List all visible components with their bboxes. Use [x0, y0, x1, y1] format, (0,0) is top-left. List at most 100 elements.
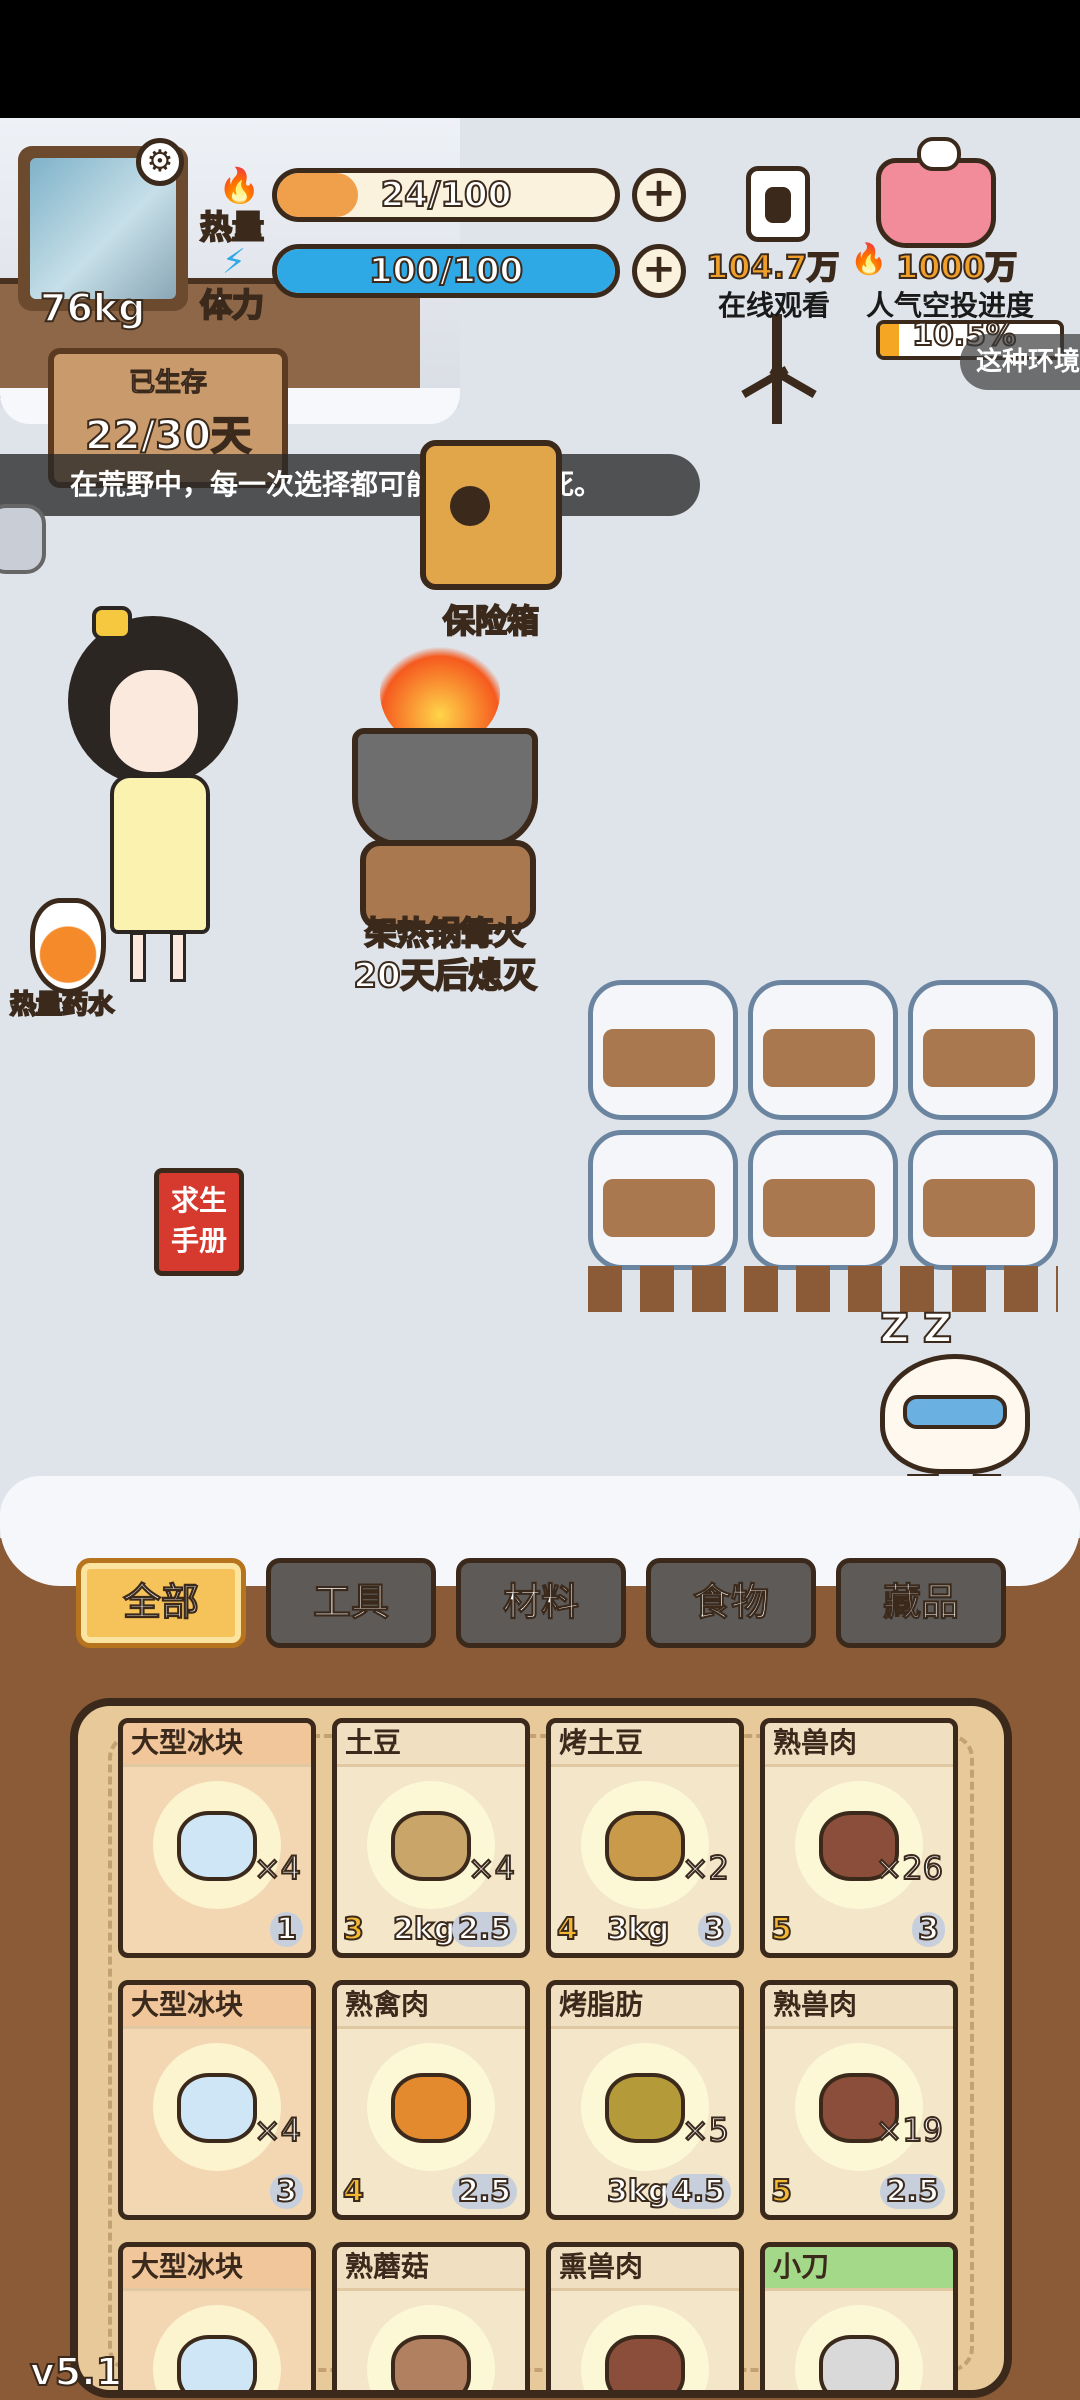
settings-gear-icon[interactable]: ⚙: [136, 138, 184, 186]
item-count: ×5: [681, 2110, 730, 2150]
campfire[interactable]: [352, 638, 538, 938]
item-count: ×4: [253, 1848, 302, 1888]
inventory-item-card[interactable]: 熟兽肉 ×26 5 3: [760, 1718, 958, 1958]
tab-all[interactable]: 全部: [76, 1558, 246, 1648]
tab-food[interactable]: 食物: [646, 1558, 816, 1648]
inventory-panel: 大型冰块 ×4 1 土豆 ×4 3 2kg 2.5 烤土豆 ×2 4 3kg 3 熟兽肉 ×26 5 3 大型冰块…: [70, 1698, 1012, 2398]
item-art-icon: [581, 2305, 709, 2390]
add-heat-button[interactable]: +: [632, 168, 686, 222]
item-art-icon: [581, 2043, 709, 2171]
item-name: 熟兽肉: [765, 1985, 953, 2029]
tab-tools[interactable]: 工具: [266, 1558, 436, 1648]
heat-value: 24/100: [380, 174, 513, 216]
camera-icon: [746, 166, 810, 242]
inventory-item-card[interactable]: 熏兽肉: [546, 2242, 744, 2390]
item-count: ×26: [874, 1848, 944, 1888]
tab-collectibles[interactable]: 藏品: [836, 1558, 1006, 1648]
inventory-item-card[interactable]: 烤脂肪 ×5 3kg 4.5: [546, 1980, 744, 2220]
item-name: 大型冰块: [123, 2247, 311, 2291]
inventory-item-card[interactable]: 大型冰块 ×4 3: [118, 1980, 316, 2220]
snow-woodpile[interactable]: [748, 1130, 898, 1270]
version-label: v5.1: [29, 2349, 123, 2395]
item-count: ×2: [681, 1848, 730, 1888]
snow-woodpile[interactable]: [908, 980, 1058, 1120]
manual-label-line2: 手册: [170, 1224, 227, 1257]
weight-badge: 2kg: [392, 1911, 456, 1948]
viewers-flame-icon: 🔥: [850, 242, 888, 277]
potion-label: 热量药水: [9, 989, 115, 1021]
add-stamina-button[interactable]: +: [632, 244, 686, 298]
heat-flame-icon: 🔥: [218, 166, 261, 206]
gift-icon[interactable]: [876, 137, 996, 248]
item-count: ×19: [874, 2110, 944, 2150]
snow-woodpile[interactable]: [748, 980, 898, 1120]
safe-label: 保险箱: [442, 601, 540, 641]
airdrop-progress-fill: [880, 324, 899, 356]
value-badge: 2.5: [879, 2173, 945, 2210]
value-badge: 2.5: [451, 2173, 517, 2210]
calorie-badge: 3: [342, 1911, 365, 1948]
sleep-zzz: Z Z: [879, 1305, 953, 1353]
inventory-item-card[interactable]: 烤土豆 ×2 4 3kg 3: [546, 1718, 744, 1958]
left-edge-menu-icon[interactable]: [0, 504, 46, 574]
inventory-item-card[interactable]: 熟兽肉 ×19 5 2.5: [760, 1980, 958, 2220]
value-badge: 1: [270, 1911, 303, 1948]
snow-woodpile[interactable]: [588, 980, 738, 1120]
calorie-badge: 4: [556, 1911, 579, 1948]
game-scene: ⚙ 76kg 🔥 热量 24/100 + ⚡ 体力 100/100 + 104.…: [0, 118, 1080, 2400]
survival-title: 已生存: [128, 368, 207, 399]
weight-badge: 3kg: [606, 1911, 670, 1948]
item-name: 烤土豆: [551, 1723, 739, 1767]
value-badge: 4.5: [665, 2173, 731, 2210]
side-notice-tab[interactable]: 这种环境: [960, 334, 1080, 390]
manual-label-line1: 求生: [170, 1184, 227, 1217]
viewers-caption: 在线观看: [718, 289, 831, 322]
item-name: 熟禽肉: [337, 1985, 525, 2029]
item-art-icon: [153, 1781, 281, 1909]
stamina-value: 100/100: [368, 250, 524, 292]
survival-manual-book[interactable]: 求生 手册: [154, 1168, 244, 1276]
inventory-item-card[interactable]: 大型冰块: [118, 2242, 316, 2390]
stamina-bar: 100/100: [272, 244, 620, 298]
inventory-item-card[interactable]: 小刀: [760, 2242, 958, 2390]
value-badge: 2.5: [451, 1911, 517, 1948]
calorie-badge: 5: [770, 2173, 793, 2210]
safe-icon[interactable]: [420, 440, 562, 590]
item-art-icon: [795, 2305, 923, 2390]
item-art-icon: [581, 1781, 709, 1909]
inventory-item-card[interactable]: 土豆 ×4 3 2kg 2.5: [332, 1718, 530, 1958]
item-name: 熟兽肉: [765, 1723, 953, 1767]
item-art-icon: [795, 1781, 923, 1909]
hint-banner: 在荒野中，每一次选择都可能关系到生死。: [0, 454, 700, 516]
item-count: ×4: [253, 2110, 302, 2150]
heat-potion-icon[interactable]: [30, 898, 106, 994]
inventory-item-card[interactable]: 熟禽肉 4 2.5: [332, 1980, 530, 2220]
inventory-item-card[interactable]: 大型冰块 ×4 1: [118, 1718, 316, 1958]
item-art-icon: [153, 2305, 281, 2390]
value-badge: 3: [270, 2173, 303, 2210]
item-art-icon: [367, 1781, 495, 1909]
stamina-label: 体力: [199, 285, 265, 325]
snow-woodpile[interactable]: [908, 1130, 1058, 1270]
campfire-status: 20天后熄灭: [352, 955, 537, 997]
heat-bar: 24/100: [272, 168, 620, 222]
next-day-character[interactable]: [880, 1354, 1030, 1474]
survival-days: 22/30天: [84, 412, 252, 460]
item-art-icon: [795, 2043, 923, 2171]
item-name: 烤脂肪: [551, 1985, 739, 2029]
item-name: 大型冰块: [123, 1723, 311, 1767]
item-name: 大型冰块: [123, 1985, 311, 2029]
calorie-badge: 4: [342, 2173, 365, 2210]
item-name: 熏兽肉: [551, 2247, 739, 2291]
airdrop-value: 1000万: [895, 247, 1018, 287]
tab-materials[interactable]: 材料: [456, 1558, 626, 1648]
item-art-icon: [153, 2043, 281, 2171]
item-art-icon: [367, 2305, 495, 2390]
item-name: 熟蘑菇: [337, 2247, 525, 2291]
inventory-item-card[interactable]: 熟蘑菇: [332, 2242, 530, 2390]
item-count: ×4: [467, 1848, 516, 1888]
snow-woodpile[interactable]: [588, 1130, 738, 1270]
player-weight: 76kg: [39, 285, 146, 331]
weight-badge: 3kg: [606, 2173, 670, 2210]
item-name: 土豆: [337, 1723, 525, 1767]
